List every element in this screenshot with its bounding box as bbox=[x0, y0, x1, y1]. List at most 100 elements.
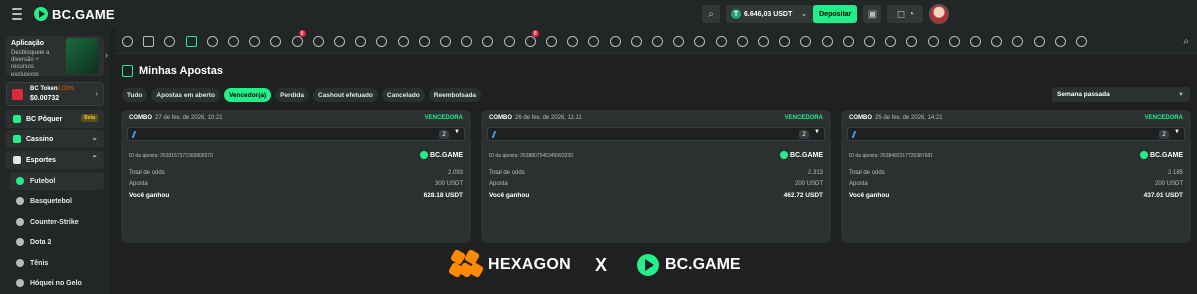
won-label: Você ganhou bbox=[489, 192, 530, 199]
more-sport-icon[interactable] bbox=[1076, 36, 1087, 47]
partnership-logos: HEXAGON X BC.GAME bbox=[447, 248, 750, 280]
counter-strike-sport-icon[interactable] bbox=[312, 36, 324, 47]
soccer-sport-icon[interactable] bbox=[206, 36, 218, 47]
sidebar-item-label: Futebol bbox=[30, 177, 56, 185]
filter-cashout[interactable]: Cashout efetuado bbox=[313, 88, 378, 102]
selections-dropdown[interactable]: 2 ▼ bbox=[487, 127, 825, 141]
hexagon-brand-name: HEXAGON bbox=[488, 256, 571, 273]
rugby-sport-icon[interactable] bbox=[440, 36, 451, 47]
cycling-sport-icon[interactable] bbox=[567, 36, 579, 47]
sidebar-item-tennis[interactable]: Tênis bbox=[10, 254, 104, 272]
deposit-button[interactable]: Depositar bbox=[813, 5, 858, 23]
filter-refunded[interactable]: Reembolsada bbox=[428, 88, 482, 102]
valorant-sport-icon[interactable] bbox=[609, 36, 621, 47]
motorbike-sport-icon[interactable] bbox=[1012, 36, 1024, 47]
bet-filter-tabs: Tudo Apostas em aberto Vencedor(a) Perdi… bbox=[122, 88, 482, 102]
sports-category-bar: ⌕ 8 8 bbox=[116, 28, 1197, 54]
chevron-down-icon: ▼ bbox=[454, 129, 460, 135]
hurling-sport-icon[interactable] bbox=[970, 36, 981, 47]
league-sport-icon[interactable] bbox=[334, 36, 345, 47]
live-sport-icon[interactable] bbox=[143, 36, 155, 47]
dota-sport-icon[interactable] bbox=[418, 36, 430, 47]
baseball-sport-icon[interactable] bbox=[376, 36, 388, 47]
handball-sport-icon[interactable] bbox=[588, 36, 600, 47]
wrestling-sport-icon[interactable] bbox=[715, 36, 727, 47]
bet-card[interactable]: COMBO 26 de fev. de 2026, 11:11 VENCEDORA… bbox=[481, 110, 831, 243]
promo-phone-image bbox=[66, 38, 98, 74]
hockey-sport-icon[interactable] bbox=[355, 36, 367, 47]
aussie-sport-icon[interactable] bbox=[864, 36, 875, 47]
cricket-sport-icon[interactable] bbox=[842, 36, 854, 47]
my-bets-sport-icon[interactable] bbox=[185, 36, 197, 47]
filter-won[interactable]: Vencedor(a) bbox=[223, 88, 272, 102]
tennis-sport-icon[interactable] bbox=[270, 36, 282, 47]
sailing-sport-icon[interactable] bbox=[1054, 36, 1066, 47]
basketball-sport-icon[interactable] bbox=[291, 36, 303, 47]
esports-sport-icon[interactable] bbox=[694, 36, 706, 47]
polo-sport-icon[interactable] bbox=[927, 36, 939, 47]
formula-sport-icon[interactable] bbox=[779, 36, 791, 47]
home-sport-icon[interactable] bbox=[122, 36, 133, 47]
gift-icon[interactable]: ▣ bbox=[863, 5, 882, 23]
sidebar-item-poker[interactable]: BC Pôquer Beta bbox=[6, 110, 104, 128]
selections-dropdown[interactable]: 2 ▼ bbox=[847, 127, 1185, 141]
racing-sport-icon[interactable] bbox=[652, 36, 663, 47]
table-tennis-sport-icon[interactable] bbox=[524, 36, 536, 47]
running-sport-icon[interactable] bbox=[503, 36, 515, 47]
squash-sport-icon[interactable] bbox=[800, 36, 812, 47]
selections-dropdown[interactable]: 2 ▼ bbox=[127, 127, 465, 141]
filter-open[interactable]: Apostas em aberto bbox=[151, 88, 220, 102]
chat-icon[interactable]: ◻ ◔ bbox=[887, 5, 924, 23]
stake-value: 200 USDT bbox=[794, 181, 823, 187]
won-value: 462.72 USDT bbox=[783, 192, 823, 199]
bet-card[interactable]: COMBO 27 de fev. de 2026, 10:21 VENCEDORA… bbox=[121, 110, 471, 243]
mma-sport-icon[interactable] bbox=[821, 36, 833, 47]
snooker-sport-icon[interactable] bbox=[673, 36, 685, 47]
period-value: Semana passada bbox=[1057, 91, 1110, 98]
archery-sport-icon[interactable] bbox=[885, 36, 897, 47]
bet-id: ID da aposta: 2638492217725387681 bbox=[849, 153, 933, 159]
sidebar-item-label: Tênis bbox=[30, 259, 49, 267]
sidebar-item-dota2[interactable]: Dota 2 bbox=[10, 233, 104, 251]
gaelic-sport-icon[interactable] bbox=[948, 36, 960, 47]
lol-sport-icon[interactable] bbox=[758, 36, 769, 47]
sidebar-item-casino[interactable]: Cassino ⌄ bbox=[6, 130, 104, 148]
boxing-sport-icon[interactable] bbox=[249, 36, 261, 47]
bet-card[interactable]: COMBO 25 de fev. de 2026, 14:21 VENCEDORA… bbox=[841, 110, 1191, 243]
menu-icon[interactable] bbox=[8, 5, 26, 23]
chess-sport-icon[interactable] bbox=[630, 36, 642, 47]
pool-sport-icon[interactable] bbox=[991, 36, 1003, 47]
volleyball-sport-icon[interactable] bbox=[397, 36, 409, 47]
fight-sport-icon[interactable] bbox=[906, 36, 918, 47]
stake-label: Aposta bbox=[129, 181, 148, 187]
favorites-sport-icon[interactable] bbox=[164, 36, 176, 47]
live-tv-sport-icon[interactable] bbox=[461, 36, 473, 47]
brand-logo[interactable]: BC.GAME bbox=[34, 7, 115, 22]
football-sport-icon[interactable] bbox=[228, 36, 239, 47]
avatar[interactable] bbox=[929, 4, 950, 24]
app-promo-banner[interactable]: Aplicação Desbloqueie a diversão + recur… bbox=[6, 36, 108, 78]
brand-logo-icon bbox=[779, 151, 788, 159]
sidebar-item-counter-strike[interactable]: Counter-Strike bbox=[10, 213, 104, 231]
skiing-sport-icon[interactable] bbox=[1033, 36, 1045, 47]
golf-sport-icon[interactable] bbox=[482, 36, 494, 47]
filter-lost[interactable]: Perdida bbox=[275, 88, 309, 102]
brand-name: BC.GAME bbox=[52, 6, 115, 22]
odds-label: Total de odds bbox=[489, 170, 525, 176]
sidebar-item-basketball[interactable]: Basquetebol bbox=[10, 192, 104, 210]
chevron-down-icon: ⌄ bbox=[801, 11, 808, 18]
search-icon[interactable]: ⌕ bbox=[1183, 36, 1189, 47]
period-select[interactable]: Semana passada ▼ bbox=[1052, 87, 1190, 102]
balance-selector[interactable]: T 6.646,03 USDT ⌄ Depositar bbox=[726, 5, 858, 23]
filter-all[interactable]: Tudo bbox=[122, 88, 148, 102]
search-icon[interactable]: ⌕ bbox=[702, 5, 720, 23]
sidebar-item-football[interactable]: Futebol bbox=[10, 172, 104, 190]
counter-strike-icon bbox=[16, 218, 24, 226]
bc-token-widget[interactable]: BC Token 0.02% $0.00732 › bbox=[6, 82, 104, 106]
card-brand-logo: BC.GAME bbox=[419, 151, 463, 159]
badminton-sport-icon[interactable] bbox=[546, 36, 557, 47]
darts-sport-icon[interactable] bbox=[736, 36, 748, 47]
sidebar-item-ice-hockey[interactable]: Hóquei no Gelo bbox=[10, 274, 104, 292]
filter-cancelled[interactable]: Cancelado bbox=[381, 88, 425, 102]
sidebar-item-sports[interactable]: Esportes ⌃ bbox=[6, 151, 104, 169]
